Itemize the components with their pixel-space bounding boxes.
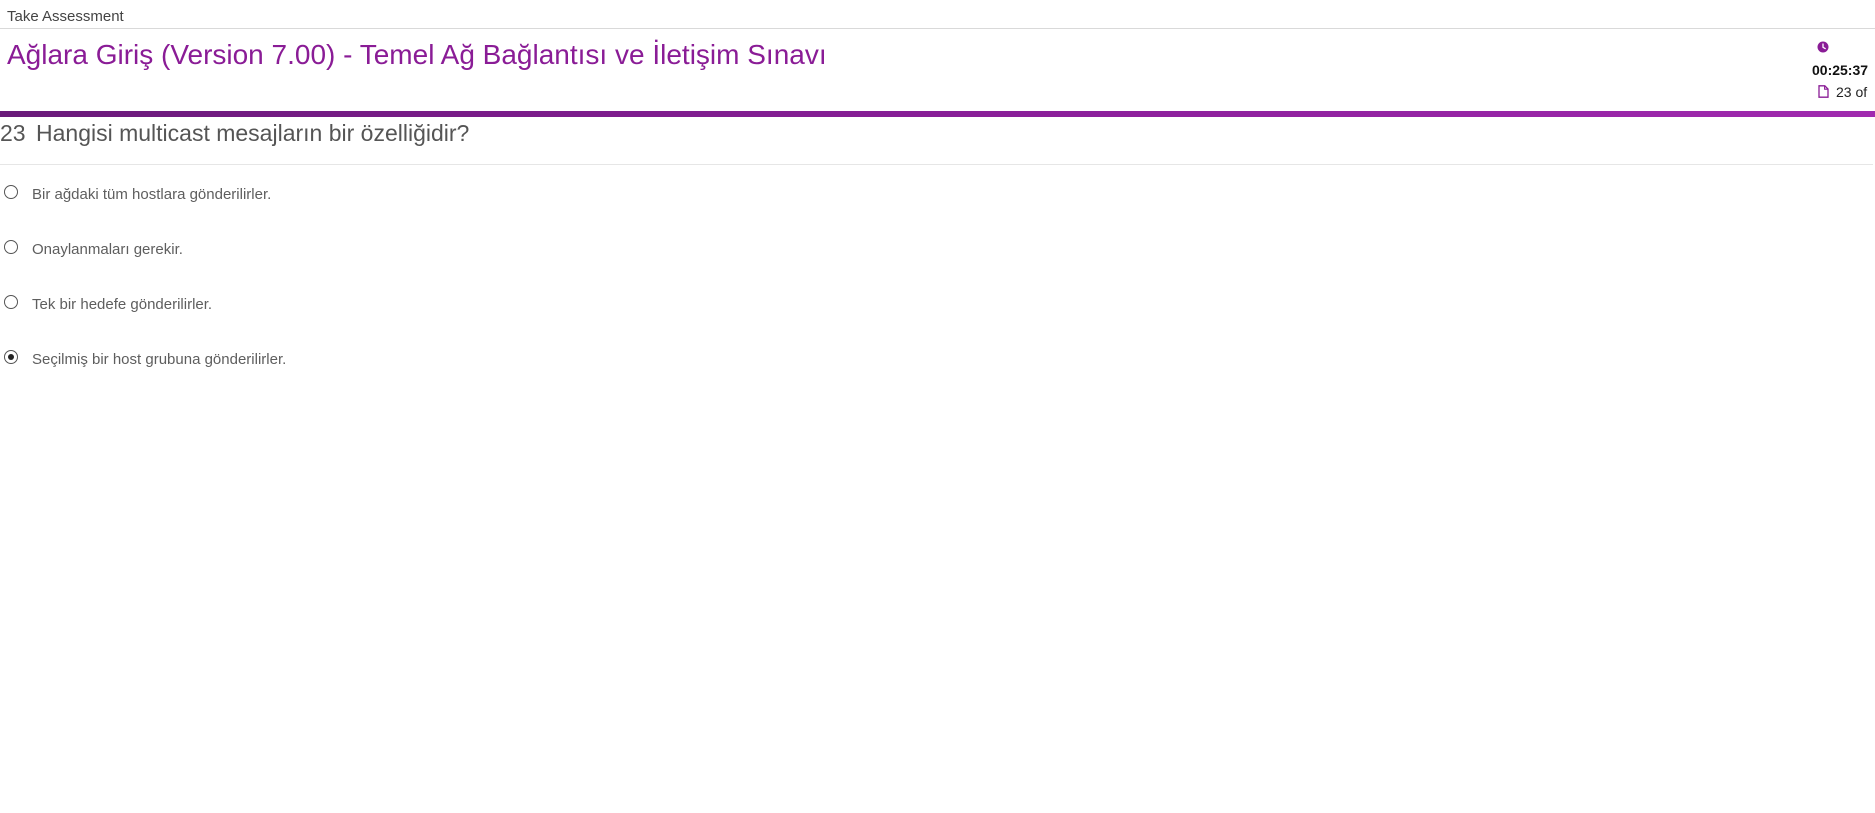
top-bar: Take Assessment: [0, 0, 1875, 29]
exam-header: Ağlara Giriş (Version 7.00) - Temel Ağ B…: [0, 29, 1875, 113]
radio-button[interactable]: [4, 240, 18, 254]
question-number: 23: [0, 120, 26, 146]
answer-option-1[interactable]: Bir ağdaki tüm hostlara gönderilirler.: [0, 185, 600, 215]
document-icon: [1818, 85, 1829, 98]
answer-label[interactable]: Seçilmiş bir host grubuna gönderilirler.: [32, 351, 286, 368]
assessment-page: Take Assessment Ağlara Giriş (Version 7.…: [0, 0, 1875, 813]
clock-icon: [1817, 41, 1829, 53]
accent-divider: [0, 111, 1875, 117]
page-heading: Take Assessment: [7, 8, 124, 25]
timer-value: 00:25:37: [1812, 62, 1869, 78]
answer-option-3[interactable]: Tek bir hedefe gönderilirler.: [0, 295, 600, 325]
radio-button[interactable]: [4, 295, 18, 309]
answer-label[interactable]: Tek bir hedefe gönderilirler.: [32, 296, 212, 313]
question-progress: 23 of: [1836, 84, 1868, 100]
answer-option-4[interactable]: Seçilmiş bir host grubuna gönderilirler.: [0, 350, 600, 380]
answer-label[interactable]: Onaylanmaları gerekir.: [32, 241, 183, 258]
answer-label[interactable]: Bir ağdaki tüm hostlara gönderilirler.: [32, 186, 271, 203]
radio-button[interactable]: [4, 185, 18, 199]
answer-option-2[interactable]: Onaylanmaları gerekir.: [0, 240, 600, 270]
question-header: 23 Hangisi multicast mesajların bir özel…: [0, 120, 1873, 165]
question-text: Hangisi multicast mesajların bir özelliğ…: [36, 120, 470, 146]
radio-button[interactable]: [4, 350, 18, 364]
exam-title: Ağlara Giriş (Version 7.00) - Temel Ağ B…: [7, 39, 827, 70]
